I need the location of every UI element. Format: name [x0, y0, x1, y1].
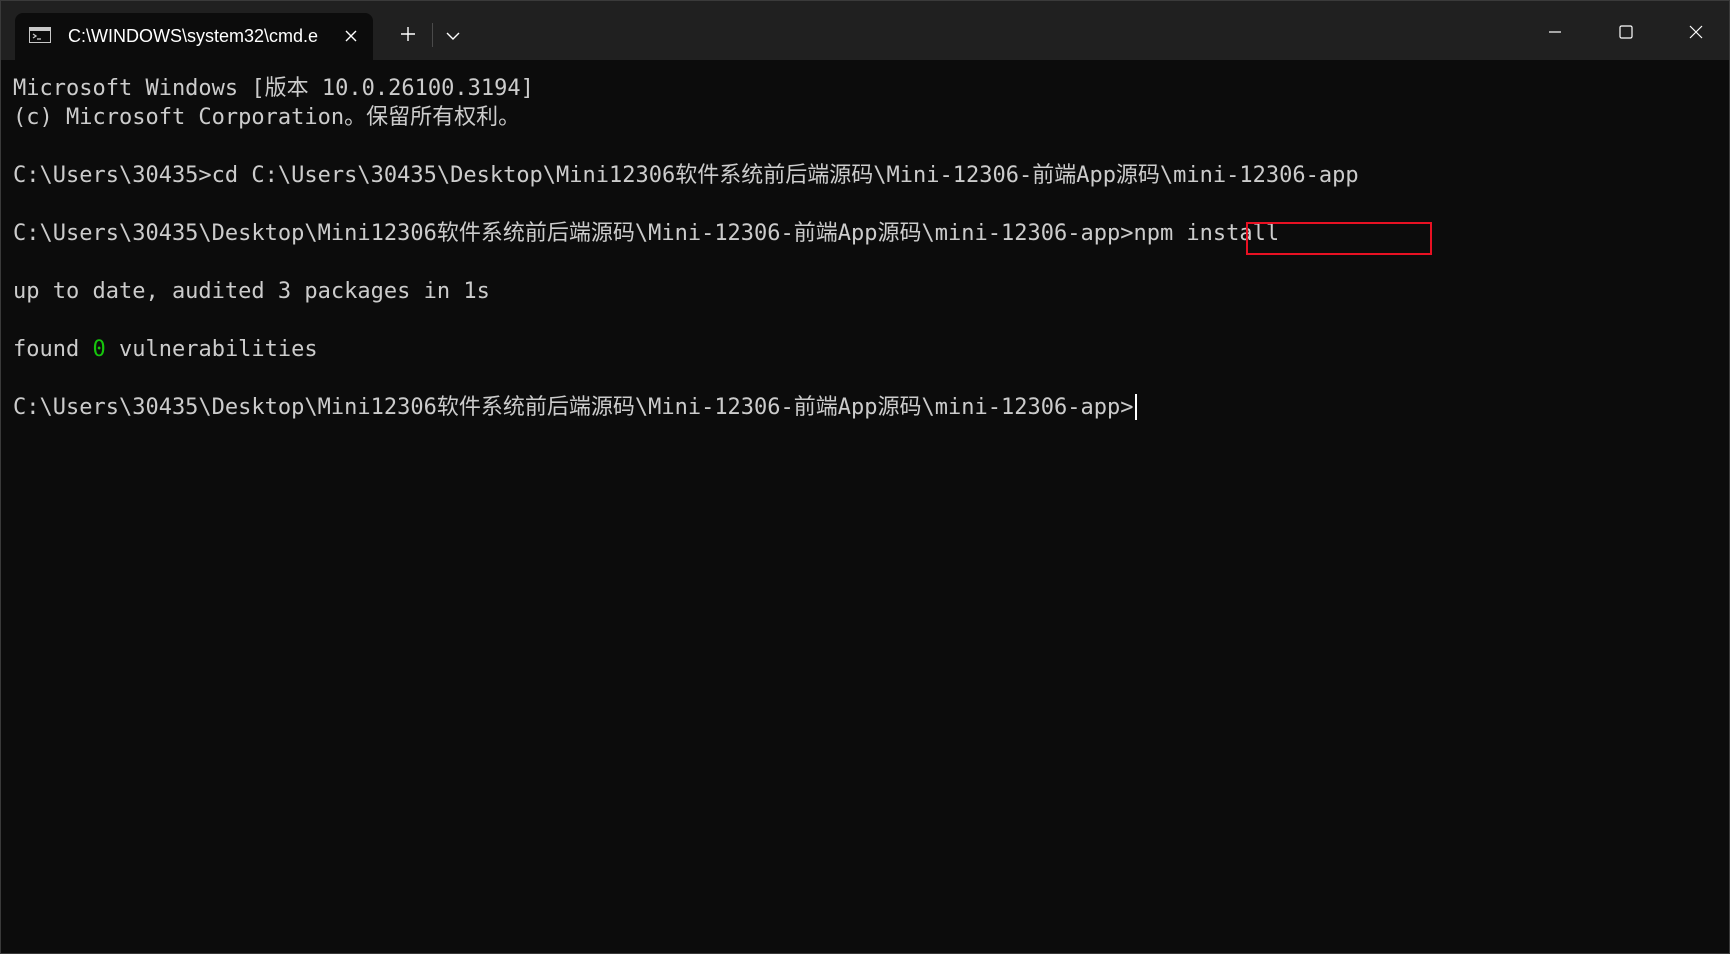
prompt-text: C:\Users\30435\Desktop\Mini12306软件系统前后端源… [13, 395, 1134, 420]
command-text: npm install [1133, 221, 1280, 246]
terminal-window: C:\WINDOWS\system32\cmd.e Microsoft Wind… [0, 0, 1730, 954]
terminal-line: C:\Users\30435\Desktop\Mini12306软件系统前后端源… [13, 393, 1138, 422]
terminal-output[interactable]: Microsoft Windows [版本 10.0.26100.3194] (… [13, 74, 1713, 934]
terminal-line: found 0 vulnerabilities [13, 335, 318, 364]
tab-dropdown-button[interactable] [438, 21, 468, 51]
terminal-line: C:\Users\30435>cd C:\Users\30435\Desktop… [13, 163, 1359, 188]
new-tab-button[interactable] [393, 19, 423, 49]
terminal-line: C:\Users\30435\Desktop\Mini12306软件系统前后端源… [13, 219, 1279, 248]
tab-divider [432, 23, 433, 47]
close-window-button[interactable] [1671, 9, 1721, 55]
maximize-button[interactable] [1601, 9, 1651, 55]
console-icon [29, 27, 51, 43]
prompt-text: C:\Users\30435\Desktop\Mini12306软件系统前后端源… [13, 221, 1134, 246]
plus-icon [401, 27, 415, 41]
text-cursor [1135, 394, 1138, 420]
minimize-button[interactable] [1530, 9, 1580, 55]
terminal-line: up to date, audited 3 packages in 1s [13, 279, 490, 304]
title-bar: C:\WINDOWS\system32\cmd.e [1, 1, 1729, 60]
found-prefix: found [13, 337, 93, 362]
terminal-line: Microsoft Windows [版本 10.0.26100.3194] [13, 76, 534, 101]
vulnerability-count: 0 [92, 337, 106, 362]
close-tab-icon[interactable] [339, 24, 363, 48]
tab-title: C:\WINDOWS\system32\cmd.e [68, 26, 318, 46]
close-icon [1689, 25, 1703, 39]
found-suffix: vulnerabilities [105, 337, 318, 362]
minimize-icon [1549, 31, 1561, 33]
maximize-icon [1619, 25, 1633, 39]
chevron-down-icon [446, 32, 460, 40]
tab-cmd[interactable]: C:\WINDOWS\system32\cmd.e [15, 13, 373, 60]
terminal-line: (c) Microsoft Corporation。保留所有权利。 [13, 105, 521, 130]
